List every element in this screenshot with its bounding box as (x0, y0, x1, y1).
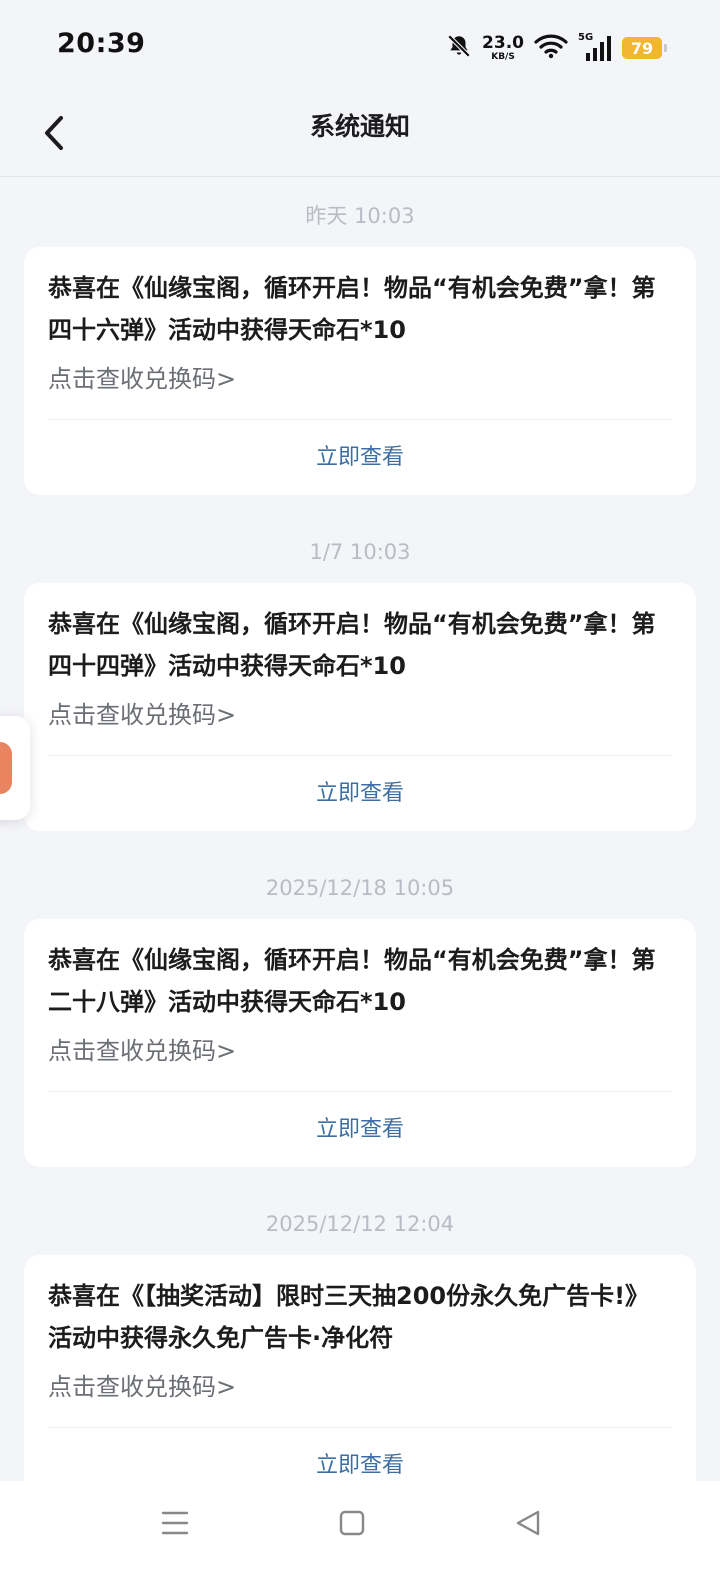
page-title: 系统通知 (309, 112, 410, 141)
net-speed-value: 23.0 (482, 32, 524, 53)
recent-apps-button[interactable] (145, 1501, 205, 1549)
notification-list[interactable]: 昨天 10:03 恭喜在《仙缘宝阁，循环开启！物品“有机会免费”拿！第四十六弹》… (0, 177, 720, 1493)
chevron-left-icon (41, 114, 69, 158)
floating-side-widget[interactable] (0, 716, 30, 820)
notification-time: 2025/12/12 12:04 (265, 1212, 455, 1236)
net-speed: 23.0 KB/S (482, 32, 524, 62)
system-back-button[interactable] (498, 1501, 558, 1549)
view-now-button[interactable]: 立即查看 (48, 420, 672, 495)
nav-bar: 系统通知 (0, 96, 720, 177)
status-time: 20:39 (57, 28, 146, 59)
status-bar: 20:39 23.0 KB/S 5G 79 (0, 0, 720, 96)
status-icons: 23.0 KB/S 5G 79 (446, 30, 667, 66)
redeem-code-link[interactable]: 点击查收兑换码> (48, 1033, 672, 1069)
notification-card[interactable]: 恭喜在《仙缘宝阁，循环开启！物品“有机会免费”拿！第二十八弹》活动中获得天命石*… (24, 919, 696, 1167)
notification-item: 1/7 10:03 恭喜在《仙缘宝阁，循环开启！物品“有机会免费”拿！第四十四弹… (0, 513, 720, 849)
notification-item: 2025/12/12 12:04 恭喜在《【抽奖活动】限时三天抽200份永久免广… (0, 1185, 720, 1493)
redeem-code-link[interactable]: 点击查收兑换码> (48, 697, 672, 733)
system-nav-bar (0, 1481, 720, 1582)
notification-card[interactable]: 恭喜在《仙缘宝阁，循环开启！物品“有机会免费”拿！第四十四弹》活动中获得天命石*… (24, 583, 696, 831)
notification-time: 1/7 10:03 (309, 540, 411, 564)
notification-item: 2025/12/18 10:05 恭喜在《仙缘宝阁，循环开启！物品“有机会免费”… (0, 849, 720, 1185)
notification-card[interactable]: 恭喜在《【抽奖活动】限时三天抽200份永久免广告卡!》活动中获得永久免广告卡·净… (24, 1255, 696, 1493)
notification-title: 恭喜在《仙缘宝阁，循环开启！物品“有机会免费”拿！第二十八弹》活动中获得天命石*… (48, 946, 656, 1016)
notification-title: 恭喜在《【抽奖活动】限时三天抽200份永久免广告卡!》活动中获得永久免广告卡·净… (48, 1282, 650, 1352)
battery-indicator: 79 (622, 37, 667, 59)
net-speed-unit: KB/S (491, 51, 515, 62)
wifi-icon (534, 33, 568, 63)
notification-card[interactable]: 恭喜在《仙缘宝阁，循环开启！物品“有机会免费”拿！第四十六弹》活动中获得天命石*… (24, 247, 696, 495)
triangle-back-icon (513, 1508, 543, 1542)
notification-item: 昨天 10:03 恭喜在《仙缘宝阁，循环开启！物品“有机会免费”拿！第四十六弹》… (0, 177, 720, 513)
back-button[interactable] (30, 106, 80, 166)
redeem-code-link[interactable]: 点击查收兑换码> (48, 1369, 672, 1405)
notification-title: 恭喜在《仙缘宝阁，循环开启！物品“有机会免费”拿！第四十六弹》活动中获得天命石*… (48, 274, 656, 344)
notification-time: 2025/12/18 10:05 (265, 876, 455, 900)
home-button[interactable] (322, 1501, 382, 1549)
bell-muted-icon (446, 33, 472, 63)
view-now-button[interactable]: 立即查看 (48, 1092, 672, 1167)
floating-widget-icon (0, 742, 12, 794)
notification-time: 昨天 10:03 (305, 204, 415, 228)
menu-icon (160, 1509, 190, 1541)
cell-signal-icon: 5G (578, 33, 612, 63)
notification-screen: 20:39 23.0 KB/S 5G 79 系统通知 昨天 10:03 恭喜在《… (0, 0, 720, 1582)
redeem-code-link[interactable]: 点击查收兑换码> (48, 361, 672, 397)
square-home-icon (338, 1509, 366, 1541)
notification-title: 恭喜在《仙缘宝阁，循环开启！物品“有机会免费”拿！第四十四弹》活动中获得天命石*… (48, 610, 656, 680)
view-now-button[interactable]: 立即查看 (48, 756, 672, 831)
